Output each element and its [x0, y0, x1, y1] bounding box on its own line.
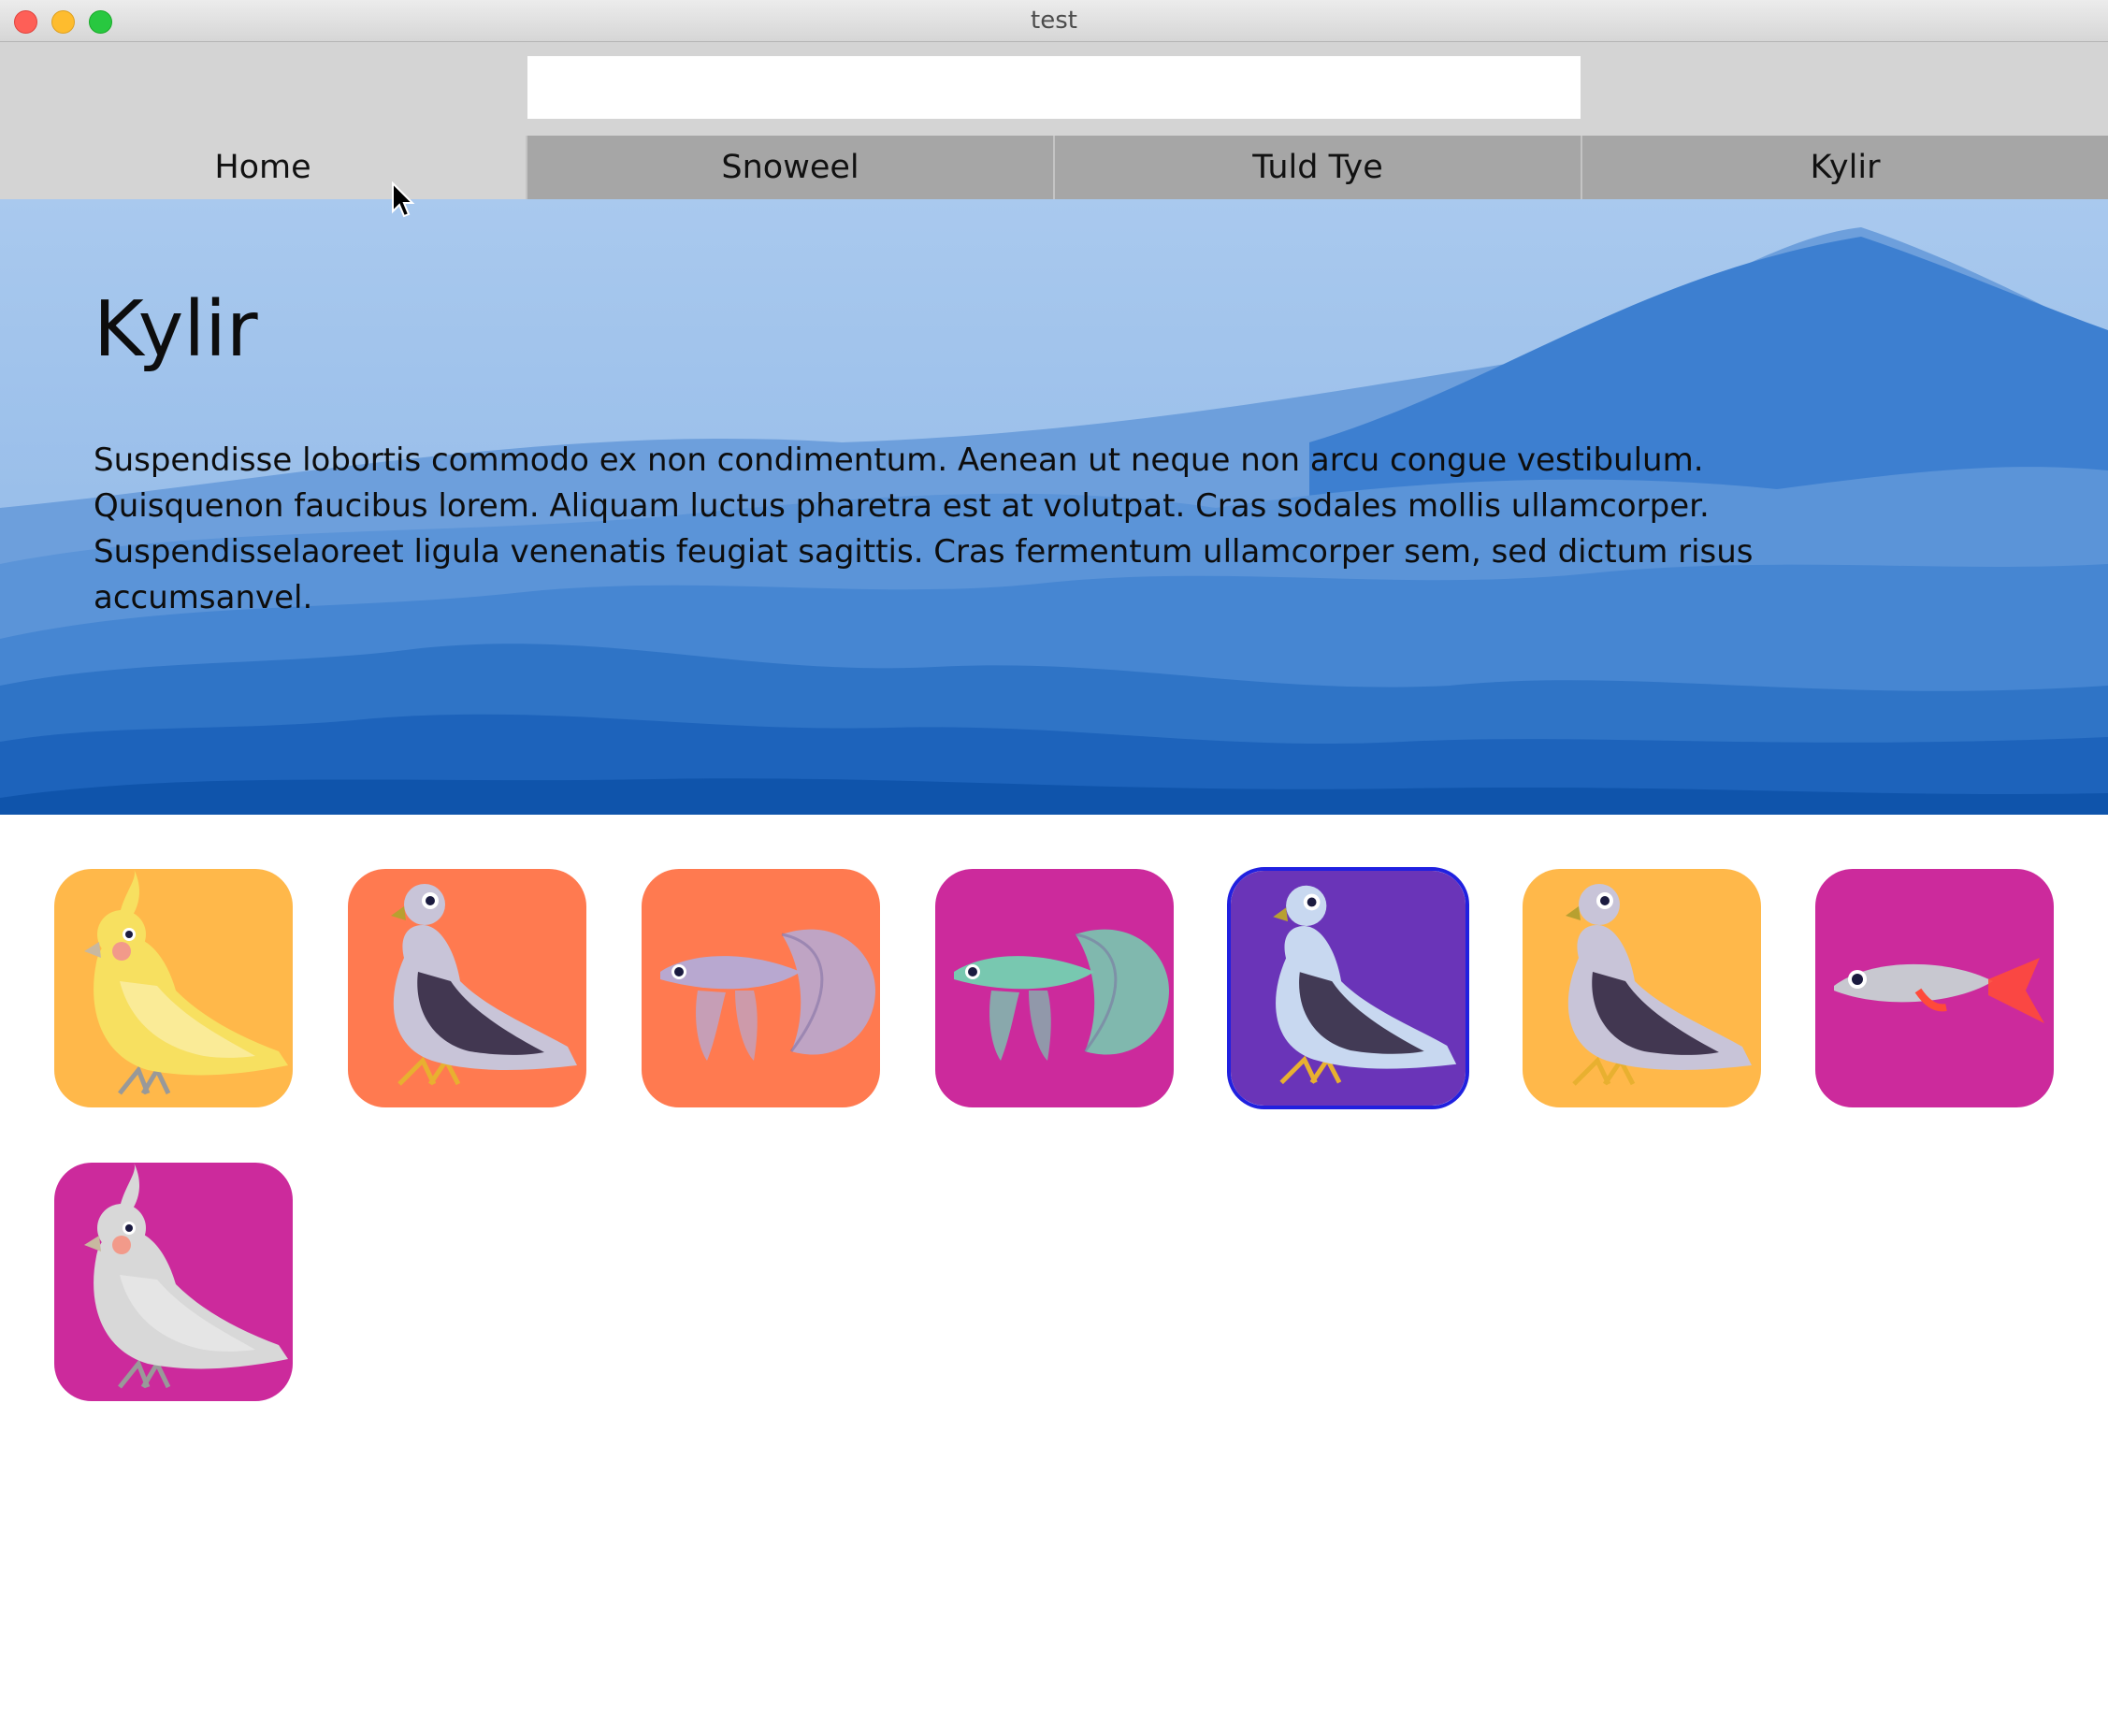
animal-tile[interactable] — [935, 869, 1174, 1107]
tab-snoweel[interactable]: Snoweel — [526, 136, 1053, 199]
hero-banner: Kylir Suspendisse lobortis commodo ex no… — [0, 199, 2108, 815]
window-titlebar: test — [0, 0, 2108, 42]
animal-tile-selected[interactable] — [1227, 867, 1469, 1109]
pigeon-icon — [1523, 869, 1761, 1107]
tab-kylir[interactable]: Kylir — [1581, 136, 2108, 199]
hero-paragraph-line: Quisquenon faucibus lorem. Aliquam luctu… — [94, 487, 1710, 525]
tab-home[interactable]: Home — [0, 136, 526, 199]
window-title: test — [1031, 7, 1077, 35]
animal-tile[interactable] — [1523, 869, 1761, 1107]
pigeon-icon — [348, 869, 586, 1107]
animal-tile[interactable] — [1815, 869, 2054, 1107]
pigeon-icon — [1231, 871, 1465, 1106]
page-title: Kylir — [94, 285, 258, 374]
hero-paragraph-line: Suspendisse lobortis commodo ex non cond… — [94, 441, 1704, 479]
fish-icon — [1815, 869, 2054, 1107]
mouse-pointer-icon — [392, 181, 415, 218]
animal-tile[interactable] — [642, 869, 880, 1107]
toolbar — [0, 42, 2108, 136]
betta-fish-icon — [935, 869, 1174, 1107]
hero-paragraph-line: Suspendisselaoreet ligula venenatis feug… — [94, 533, 1754, 571]
tab-tuld-tye[interactable]: Tuld Tye — [1053, 136, 1581, 199]
animal-tile[interactable] — [54, 869, 293, 1107]
tab-bar: Home Snoweel Tuld Tye Kylir — [0, 136, 2108, 199]
search-input[interactable] — [527, 56, 1581, 119]
hero-paragraph-line: accumsanvel. — [94, 579, 313, 616]
hero-paragraph: Suspendisse lobortis commodo ex non cond… — [94, 438, 1777, 621]
animal-tile[interactable] — [54, 1163, 293, 1401]
cockatiel-icon — [54, 1163, 293, 1401]
animal-tile[interactable] — [348, 869, 586, 1107]
cockatiel-icon — [54, 869, 293, 1107]
betta-fish-icon — [642, 869, 880, 1107]
